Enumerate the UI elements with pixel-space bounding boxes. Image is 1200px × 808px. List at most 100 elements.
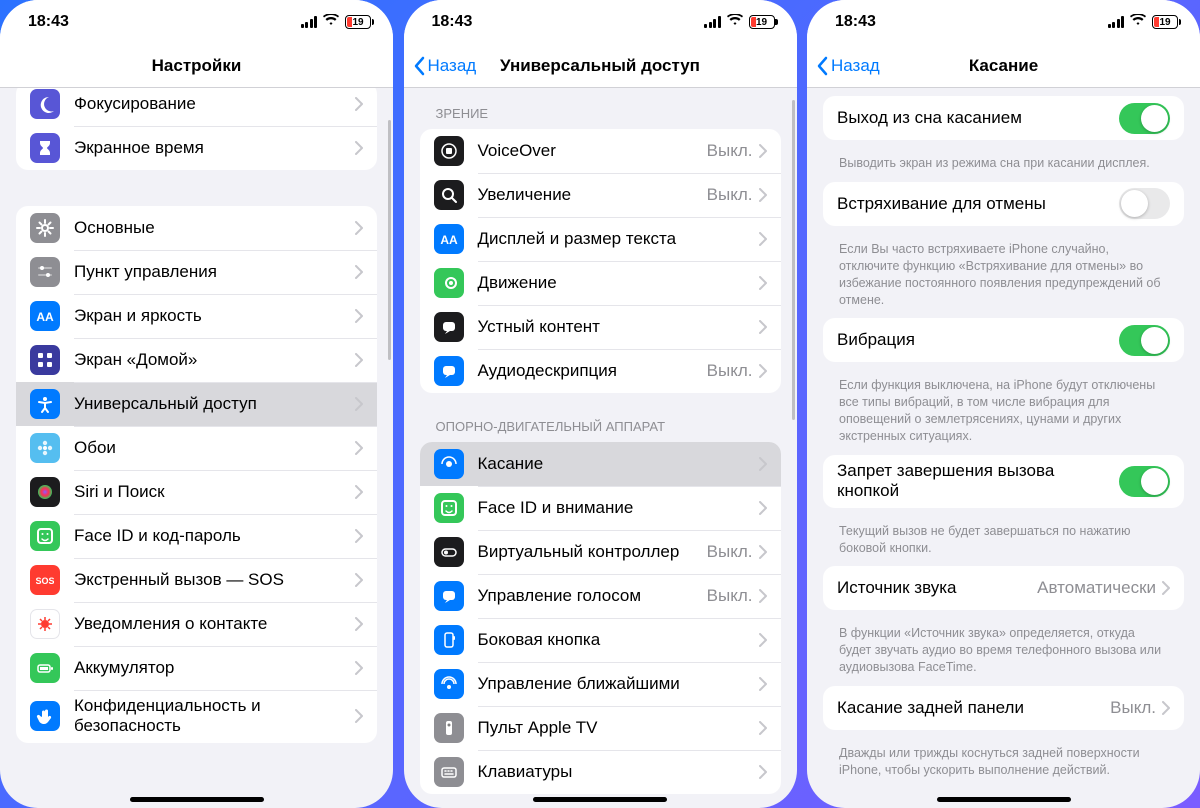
status-right: 19	[704, 13, 775, 31]
speech-icon	[434, 312, 464, 342]
page-title: Касание	[969, 56, 1038, 76]
faceid-icon	[434, 493, 464, 523]
settings-row[interactable]: Конфиденциальность и безопасность	[16, 690, 377, 743]
row-label: Источник звука	[837, 578, 1037, 598]
row-label: Конфиденциальность и безопасность	[74, 696, 355, 737]
siri-icon	[30, 477, 60, 507]
settings-row[interactable]: Face ID и внимание	[420, 486, 781, 530]
row-label: Движение	[478, 273, 759, 293]
chevron-left-icon	[412, 56, 426, 76]
settings-row[interactable]: Аудиодескрипция Выкл.	[420, 349, 781, 393]
row-value: Автоматически	[1037, 578, 1156, 598]
row-label: Клавиатуры	[478, 762, 759, 782]
row-label: Устный контент	[478, 317, 759, 337]
remote-icon	[434, 713, 464, 743]
settings-row[interactable]: Клавиатуры	[420, 750, 781, 794]
home-indicator[interactable]	[130, 797, 264, 802]
settings-row[interactable]: Управление ближайшими	[420, 662, 781, 706]
row-label: Пункт управления	[74, 262, 355, 282]
page-title: Универсальный доступ	[500, 56, 700, 76]
toggle-row[interactable]: Запрет завершения вызова кнопкой	[823, 455, 1184, 508]
nav-bar: Назад Касание	[807, 44, 1200, 88]
toggle-row[interactable]: Вибрация	[823, 318, 1184, 362]
virus-icon	[30, 609, 60, 639]
settings-row[interactable]: Аккумулятор	[16, 646, 377, 690]
content-scroll[interactable]: ЗРЕНИЕ VoiceOver Выкл. Увеличение Выкл. …	[404, 88, 797, 808]
settings-row[interactable]: Экранное время	[16, 126, 377, 170]
settings-row[interactable]: Устный контент	[420, 305, 781, 349]
settings-row[interactable]: Виртуальный контроллер Выкл.	[420, 530, 781, 574]
settings-row[interactable]: Пульт Apple TV	[420, 706, 781, 750]
toggle-row[interactable]: Встряхивание для отмены	[823, 182, 1184, 226]
status-time: 18:43	[432, 13, 473, 31]
settings-row[interactable]: Уведомления о контакте	[16, 602, 377, 646]
settings-row[interactable]: Дисплей и размер текста	[420, 217, 781, 261]
status-time: 18:43	[835, 13, 876, 31]
settings-row[interactable]: Фокусирование	[16, 88, 377, 126]
settings-row[interactable]: Основные	[16, 206, 377, 250]
settings-group: Выход из сна касанием	[823, 96, 1184, 140]
chevron-right-icon	[1162, 701, 1170, 715]
voiceover-icon	[434, 136, 464, 166]
settings-row[interactable]: Экстренный вызов — SOS	[16, 558, 377, 602]
motion-icon	[434, 268, 464, 298]
toggle-switch[interactable]	[1119, 103, 1170, 134]
battery-icon: 19	[749, 15, 775, 29]
nearby-icon	[434, 669, 464, 699]
hourglass-icon	[30, 133, 60, 163]
settings-row[interactable]: Обои	[16, 426, 377, 470]
chevron-left-icon	[815, 56, 829, 76]
row-label: Аудиодескрипция	[478, 361, 707, 381]
signal-icon	[1108, 16, 1125, 28]
settings-group: Источник звука Автоматически	[823, 566, 1184, 610]
settings-group: Встряхивание для отмены	[823, 182, 1184, 226]
toggle-row[interactable]: Выход из сна касанием	[823, 96, 1184, 140]
settings-row[interactable]: Боковая кнопка	[420, 618, 781, 662]
row-label: Экран «Домой»	[74, 350, 355, 370]
faceid-icon	[30, 521, 60, 551]
link-row[interactable]: Источник звука Автоматически	[823, 566, 1184, 610]
settings-row[interactable]: Движение	[420, 261, 781, 305]
row-value: Выкл.	[707, 141, 753, 161]
back-button[interactable]: Назад	[412, 44, 477, 87]
scroll-indicator	[388, 120, 391, 360]
chevron-right-icon	[759, 633, 767, 647]
settings-row[interactable]: Универсальный доступ	[16, 382, 377, 426]
chevron-right-icon	[759, 188, 767, 202]
row-label: Дисплей и размер текста	[478, 229, 759, 249]
settings-group: Касание задней панели Выкл.	[823, 686, 1184, 730]
toggle-switch[interactable]	[1119, 466, 1170, 497]
row-label: Face ID и внимание	[478, 498, 759, 518]
content-scroll[interactable]: Выход из сна касанием Выводить экран из …	[807, 88, 1200, 808]
settings-row[interactable]: Face ID и код-пароль	[16, 514, 377, 558]
gear-icon	[30, 213, 60, 243]
row-label: Встряхивание для отмены	[837, 194, 1119, 214]
settings-row[interactable]: Увеличение Выкл.	[420, 173, 781, 217]
settings-row[interactable]: Пункт управления	[16, 250, 377, 294]
settings-row[interactable]: Siri и Поиск	[16, 470, 377, 514]
switch-icon	[434, 537, 464, 567]
settings-row[interactable]: VoiceOver Выкл.	[420, 129, 781, 173]
home-indicator[interactable]	[937, 797, 1071, 802]
home-indicator[interactable]	[533, 797, 667, 802]
row-label: Боковая кнопка	[478, 630, 759, 650]
settings-row[interactable]: Касание	[420, 442, 781, 486]
toggle-switch[interactable]	[1119, 325, 1170, 356]
battery-icon	[30, 653, 60, 683]
link-row[interactable]: Касание задней панели Выкл.	[823, 686, 1184, 730]
chevron-right-icon	[759, 364, 767, 378]
chevron-right-icon	[355, 221, 363, 235]
section-footer: Если функция выключена, на iPhone будут …	[807, 370, 1200, 447]
settings-row[interactable]: Управление голосом Выкл.	[420, 574, 781, 618]
toggle-switch[interactable]	[1119, 188, 1170, 219]
status-right: 19	[1108, 13, 1179, 31]
row-label: Увеличение	[478, 185, 707, 205]
content-scroll[interactable]: Фокусирование Экранное время Основные Пу…	[0, 88, 393, 808]
settings-row[interactable]: Экран и яркость	[16, 294, 377, 338]
row-label: VoiceOver	[478, 141, 707, 161]
row-value: Выкл.	[1110, 698, 1156, 718]
chevron-right-icon	[759, 501, 767, 515]
settings-row[interactable]: Экран «Домой»	[16, 338, 377, 382]
row-label: Фокусирование	[74, 94, 355, 114]
back-button[interactable]: Назад	[815, 44, 880, 87]
